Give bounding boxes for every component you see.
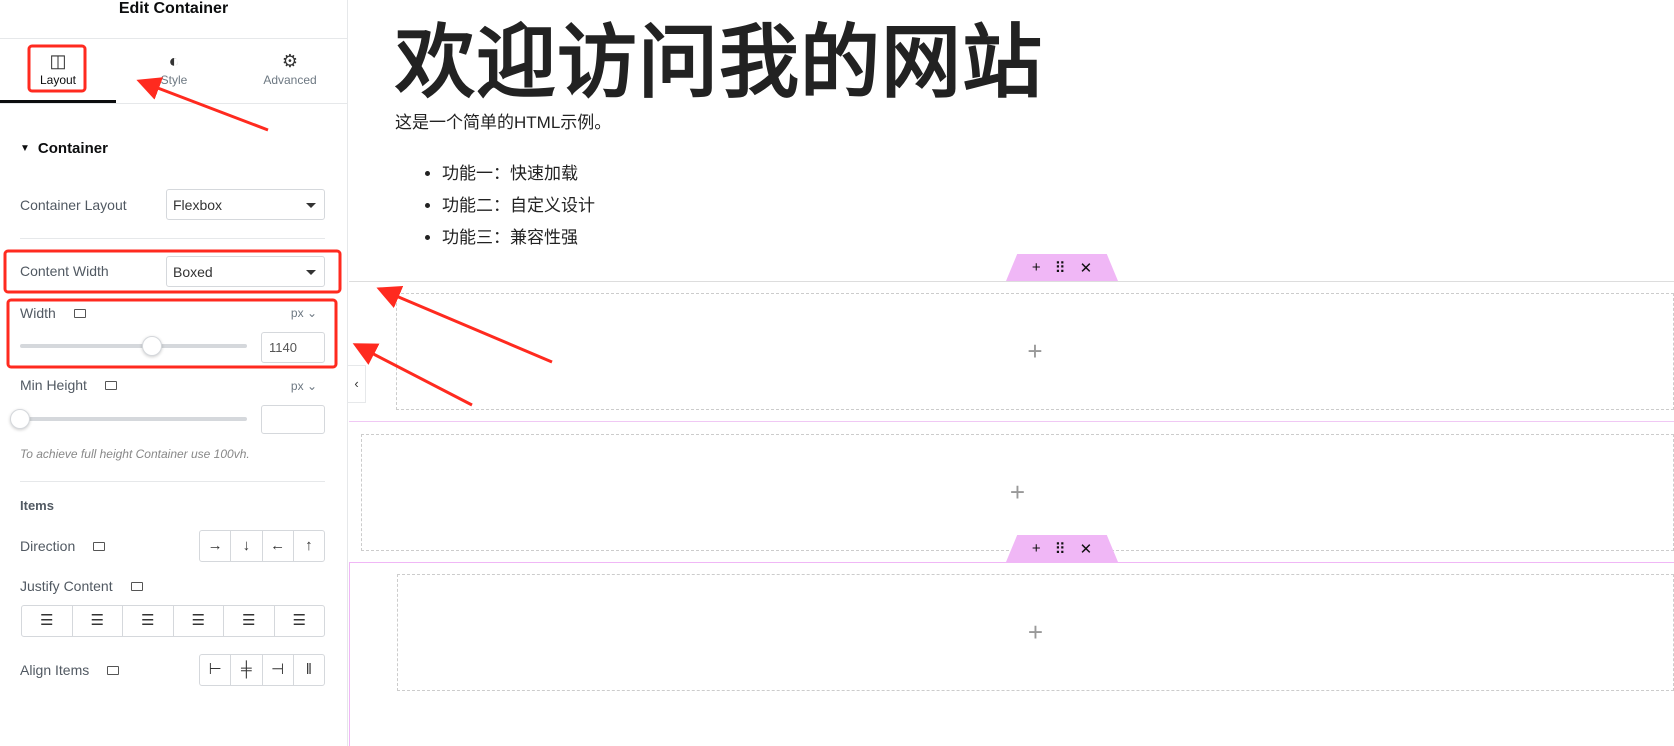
min-height-unit-select[interactable]: px ⌄ [291,379,317,393]
edit-panel: Edit Container ◫ Layout ◐ Style ⚙ Advanced … [0,0,348,746]
panel-tabs: ◫ Layout ◐ Style ⚙ Advanced [0,38,348,104]
label: Container Layout [20,197,127,213]
container-handle: + ⠿ ✕ [1006,254,1118,281]
direction-column-button[interactable]: ↓ [230,531,261,561]
justify-center-button[interactable]: ☰ [71,606,123,636]
hint: To achieve full height Container use 100… [20,447,250,461]
plus-icon: + [1027,336,1043,366]
desktop-icon[interactable] [93,541,106,551]
direction-column-reverse-button[interactable]: ↑ [292,531,324,561]
divider [20,481,325,482]
section-container-toggle[interactable]: ▼ Container [20,140,325,157]
width-slider[interactable] [20,344,247,348]
drag-icon[interactable]: ⠿ [1055,540,1066,558]
label: Min Height [20,377,87,393]
container-layout-select[interactable]: Flexbox [166,189,325,220]
list-item[interactable]: 功能三：兼容性强 [442,222,595,254]
add-element-area[interactable]: + [361,434,1674,551]
desktop-icon[interactable] [107,665,120,675]
label: Width [20,305,56,321]
justify-start-button[interactable]: ☰ [22,606,72,636]
feature-list: 功能一：快速加载 功能二：自定义设计 功能三：兼容性强 [442,158,595,254]
min-height-slider-handle[interactable] [10,409,30,429]
content-width-select[interactable]: Boxed [166,256,325,287]
direction-row-reverse-button[interactable]: ← [261,531,293,561]
label: Justify Content [20,578,113,594]
close-icon[interactable]: ✕ [1080,259,1093,277]
align-center-button[interactable]: ╪ [230,655,261,685]
min-height-input[interactable] [261,405,325,434]
tab-layout[interactable]: ◫ Layout [0,39,116,103]
gear-icon: ⚙ [281,51,299,71]
container-handle: + ⠿ ✕ [1006,535,1118,562]
min-height-slider[interactable] [20,417,247,421]
page-paragraph[interactable]: 这是一个简单的HTML示例。 [395,108,611,133]
desktop-icon[interactable] [130,581,143,591]
justify-space-between-button[interactable]: ☰ [172,606,224,636]
unit: px [290,379,304,393]
justify-group: ☰ ☰ ☰ ☰ ☰ ☰ [21,605,325,637]
drag-icon[interactable]: ⠿ [1055,259,1066,277]
add-element-area[interactable]: + [397,574,1674,691]
width-unit-select[interactable]: px ⌄ [291,306,317,320]
plus-icon: + [1009,477,1026,507]
desktop-icon[interactable] [104,380,117,390]
direction-group: → ↓ ← ↑ [199,530,325,562]
add-icon[interactable]: + [1032,540,1041,557]
justify-space-around-button[interactable]: ☰ [223,606,274,636]
columns-icon: ◫ [49,51,67,71]
align-stretch-button[interactable]: ‖ [292,655,324,685]
tab-label: Style [160,73,188,87]
align-start-button[interactable]: ⊢ [200,655,230,685]
page-heading[interactable]: 欢迎访问我的网站 [395,0,1043,114]
justify-label: Justify Content [20,578,325,594]
divider [20,238,325,239]
width-input[interactable]: 1140 [261,332,325,363]
container-section[interactable]: + [349,562,1674,746]
items-heading: Items [20,498,325,513]
label: Content Width [20,263,109,279]
direction-row-button[interactable]: → [200,531,230,561]
half-circle-icon: ◐ [168,51,180,71]
justify-space-evenly-button[interactable]: ☰ [273,606,325,636]
unit: px [290,306,304,320]
list-item[interactable]: 功能二：自定义设计 [442,190,595,222]
tab-label: Layout [39,73,77,87]
container-section[interactable]: + [349,422,1674,562]
add-element-area[interactable]: + [396,293,1674,410]
close-icon[interactable]: ✕ [1080,540,1093,558]
min-height-hint: To achieve full height Container use 100… [20,447,325,461]
heading: Items [20,498,54,513]
tab-style[interactable]: ◐ Style [116,39,232,103]
width-slider-handle[interactable] [141,336,162,356]
desktop-icon[interactable] [73,308,86,318]
label: Align Items [20,662,90,678]
label: Direction [20,538,76,554]
panel-title: Edit Container [118,0,229,17]
add-icon[interactable]: + [1032,259,1041,276]
align-group: ⊢ ╪ ⊣ ‖ [199,654,325,686]
caret-down-icon: ▼ [20,143,30,154]
list-item[interactable]: 功能一：快速加载 [442,158,595,190]
tab-label: Advanced [263,73,317,87]
plus-icon: + [1027,617,1044,647]
section-title: Container [37,140,108,157]
width-label: Width [20,305,325,321]
min-height-label: Min Height [20,377,325,393]
align-end-button[interactable]: ⊣ [261,655,293,685]
page-canvas: 欢迎访问我的网站 这是一个简单的HTML示例。 功能一：快速加载 功能二：自定义… [349,0,1674,746]
justify-end-button[interactable]: ☰ [122,606,173,636]
container-section[interactable]: + [349,281,1674,422]
tab-advanced[interactable]: ⚙ Advanced [232,39,348,103]
